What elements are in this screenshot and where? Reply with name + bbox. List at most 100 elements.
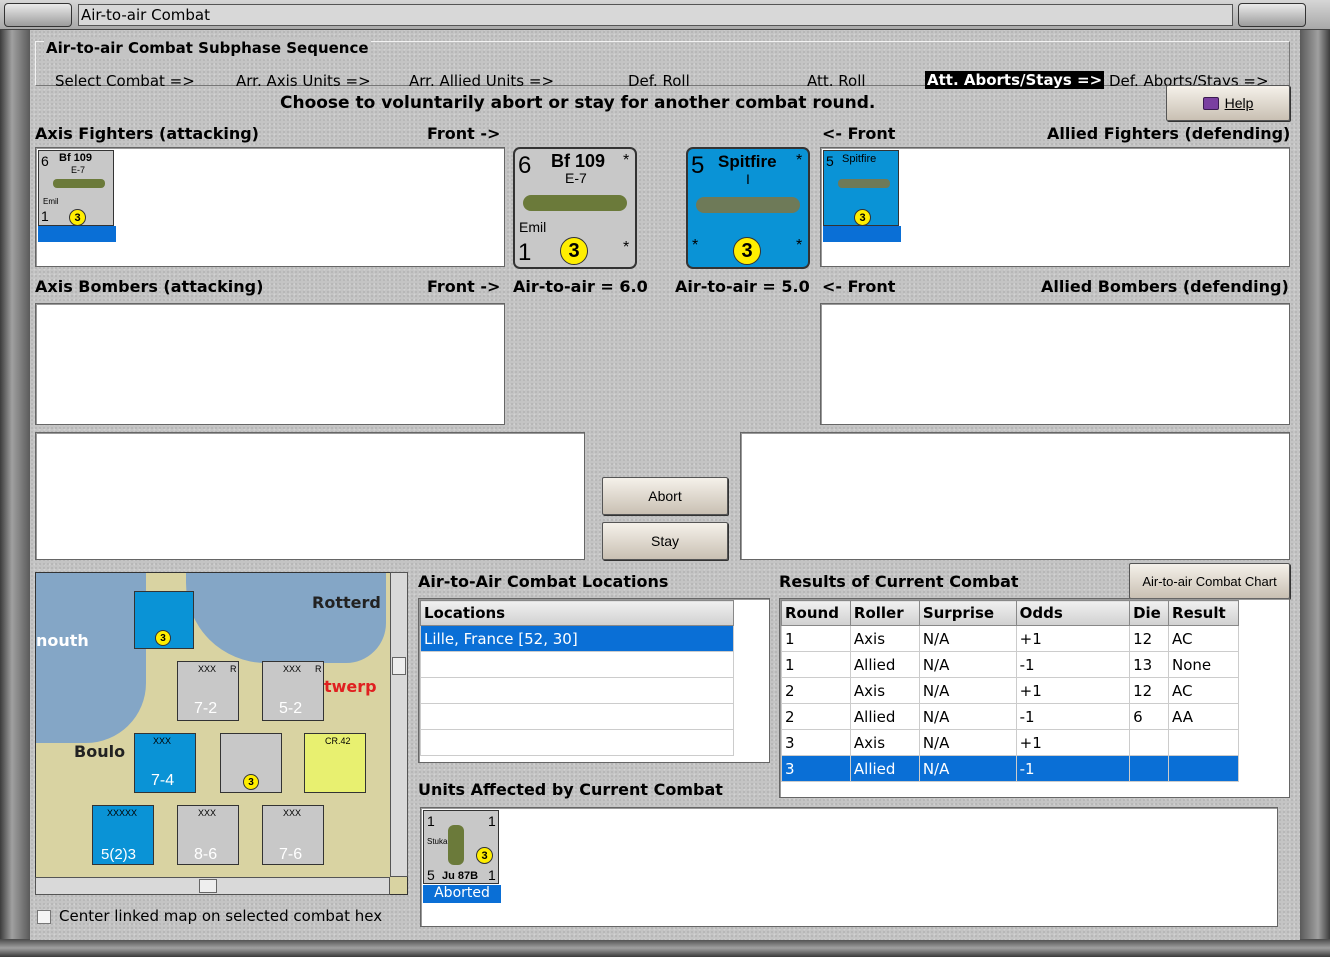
location-cell bbox=[420, 703, 734, 730]
cell: 2 bbox=[781, 677, 851, 704]
unit-side: R bbox=[230, 664, 237, 674]
axis-bombers-front: Front -> bbox=[427, 277, 501, 296]
axis-fighters-box[interactable]: 6 Bf 109 E-7 Emil 1 3 bbox=[35, 147, 505, 267]
location-row[interactable] bbox=[420, 651, 734, 678]
counter-name: Bf 109 bbox=[59, 152, 93, 164]
cell: 1 bbox=[781, 625, 851, 652]
results-row[interactable]: 1 Axis N/A +1 12 AC bbox=[781, 625, 1239, 652]
results-row[interactable]: 2 Allied N/A -1 6 AA bbox=[781, 703, 1239, 730]
locations-table: Locations Lille, France [52, 30] bbox=[420, 600, 734, 756]
allied-bombers-box[interactable] bbox=[820, 303, 1290, 425]
hscroll-thumb[interactable] bbox=[199, 879, 217, 893]
star-mark: * bbox=[796, 237, 803, 254]
location-row[interactable] bbox=[420, 729, 734, 756]
allied-fighter-selection-bar bbox=[823, 226, 901, 242]
location-cell: Lille, France [52, 30] bbox=[420, 625, 734, 652]
map-horizontal-scrollbar[interactable] bbox=[35, 877, 390, 895]
cell: 3 bbox=[781, 755, 851, 782]
system-menu-button[interactable] bbox=[4, 3, 72, 27]
cell: 12 bbox=[1129, 625, 1170, 652]
map-counter-cr42[interactable]: CR.42 bbox=[304, 733, 366, 793]
axis-air-to-air: Air-to-air = 6.0 bbox=[513, 277, 648, 296]
cell: 13 bbox=[1129, 651, 1170, 678]
spitfire-plane-icon bbox=[696, 197, 800, 213]
allied-bombers-label: Allied Bombers (defending) bbox=[1041, 277, 1289, 296]
map-counter-1[interactable]: XXX R 7-2 bbox=[177, 661, 239, 721]
star-mark: * bbox=[692, 237, 699, 254]
seq-att-roll: Att. Roll bbox=[807, 72, 866, 90]
map-counter-2[interactable]: XXX R 5-2 bbox=[262, 661, 324, 721]
counter-strength: 5 bbox=[826, 153, 834, 169]
star-mark: * bbox=[623, 239, 630, 256]
cell: N/A bbox=[918, 677, 1017, 704]
center-map-checkbox[interactable] bbox=[37, 910, 51, 924]
axis-fighters-label: Axis Fighters (attacking) bbox=[35, 124, 259, 143]
counter-name: Spitfire bbox=[842, 153, 877, 165]
results-row[interactable]: 1 Allied N/A -1 13 None bbox=[781, 651, 1239, 678]
abort-button[interactable]: Abort bbox=[602, 477, 728, 515]
sequence-legend: Air-to-air Combat Subphase Sequence bbox=[44, 39, 371, 57]
map-label-antwerp: twerp bbox=[324, 677, 377, 696]
big-axis-nick: Emil bbox=[519, 219, 547, 235]
dialog-content: Air-to-air Combat Subphase Sequence Sele… bbox=[30, 30, 1300, 940]
ju87-plane-icon bbox=[448, 825, 464, 865]
map-counter-spitfire[interactable]: 3 bbox=[134, 591, 194, 649]
cell: N/A bbox=[918, 703, 1017, 730]
allied-fighter-counter[interactable]: 5 Spitfire 3 bbox=[823, 150, 899, 226]
location-cell bbox=[420, 729, 734, 756]
map-counter-5[interactable]: XXX 8-6 bbox=[177, 805, 239, 865]
cell: AC bbox=[1168, 625, 1239, 652]
location-row[interactable]: Lille, France [52, 30] bbox=[420, 625, 734, 652]
unit-size: XXX bbox=[198, 808, 217, 818]
vscroll-thumb[interactable] bbox=[392, 657, 406, 675]
unit-name: CR.42 bbox=[325, 736, 351, 746]
die-icon: 3 bbox=[69, 209, 86, 226]
window-frame-bottom bbox=[0, 939, 1330, 957]
minimize-button[interactable] bbox=[1238, 3, 1306, 27]
cell: -1 bbox=[1015, 651, 1131, 678]
cell: 6 bbox=[1129, 703, 1170, 730]
unit-size: XXX bbox=[283, 664, 302, 674]
location-row[interactable] bbox=[420, 703, 734, 730]
axis-fighter-counter[interactable]: 6 Bf 109 E-7 Emil 1 3 bbox=[38, 150, 114, 226]
map-counter-4[interactable]: XXXXX 5(2)3 bbox=[92, 805, 154, 865]
big-axis-bottom: 1 bbox=[518, 239, 532, 266]
cell: -1 bbox=[1015, 755, 1131, 782]
cell: Axis bbox=[849, 625, 920, 652]
air-to-air-chart-button[interactable]: Air-to-air Combat Chart bbox=[1129, 563, 1290, 599]
results-title: Results of Current Combat bbox=[779, 572, 1019, 591]
cell: 1 bbox=[781, 651, 851, 678]
main-window: Air-to-air Combat Air-to-air Combat Subp… bbox=[0, 0, 1330, 957]
affected-unit-counter[interactable]: 1 1 Stuka 3 5 Ju 87B 1 bbox=[423, 810, 499, 884]
subphase-sequence: Air-to-air Combat Subphase Sequence Sele… bbox=[35, 39, 1290, 90]
results-row[interactable]: 2 Axis N/A +1 12 AC bbox=[781, 677, 1239, 704]
axis-bombers-box[interactable] bbox=[35, 303, 505, 425]
cell: +1 bbox=[1015, 729, 1131, 756]
map-label-boulogne: Boulo bbox=[74, 742, 126, 761]
seq-arr-allied: Arr. Allied Units => bbox=[409, 72, 555, 90]
die-icon: 3 bbox=[733, 237, 761, 265]
map-counter-bf109[interactable]: 3 bbox=[220, 733, 282, 793]
allied-fighters-box[interactable]: 5 Spitfire 3 bbox=[820, 147, 1290, 267]
big-axis-strength: 6 bbox=[518, 152, 532, 179]
big-axis-counter: 6 Bf 109 * E-7 Emil 1 3 * bbox=[513, 147, 637, 269]
cell: N/A bbox=[918, 729, 1017, 756]
cell: Allied bbox=[849, 651, 920, 678]
help-button[interactable]: Help bbox=[1166, 85, 1290, 121]
linked-map[interactable]: Rotterd nouth twerp Boulo 3 XXX R 7-2 XX… bbox=[35, 572, 408, 895]
map-counter-3[interactable]: XXX 7-4 bbox=[134, 733, 196, 793]
results-row-selected[interactable]: 3 Allied N/A -1 bbox=[781, 755, 1239, 782]
header-roller: Roller bbox=[849, 600, 920, 626]
location-row[interactable] bbox=[420, 677, 734, 704]
cell: Allied bbox=[849, 755, 920, 782]
counter-bottom-left: 5 bbox=[427, 867, 435, 883]
results-row[interactable]: 3 Axis N/A +1 bbox=[781, 729, 1239, 756]
map-sea bbox=[36, 573, 146, 743]
allied-fighters-label: Allied Fighters (defending) bbox=[1047, 124, 1291, 143]
unit-value: 5(2)3 bbox=[101, 846, 137, 863]
counter-bottom-right: 1 bbox=[488, 867, 496, 883]
map-vertical-scrollbar[interactable] bbox=[390, 572, 408, 877]
counter-strength: 6 bbox=[41, 153, 49, 169]
map-counter-6[interactable]: XXX 7-6 bbox=[262, 805, 324, 865]
stay-button[interactable]: Stay bbox=[602, 522, 728, 560]
